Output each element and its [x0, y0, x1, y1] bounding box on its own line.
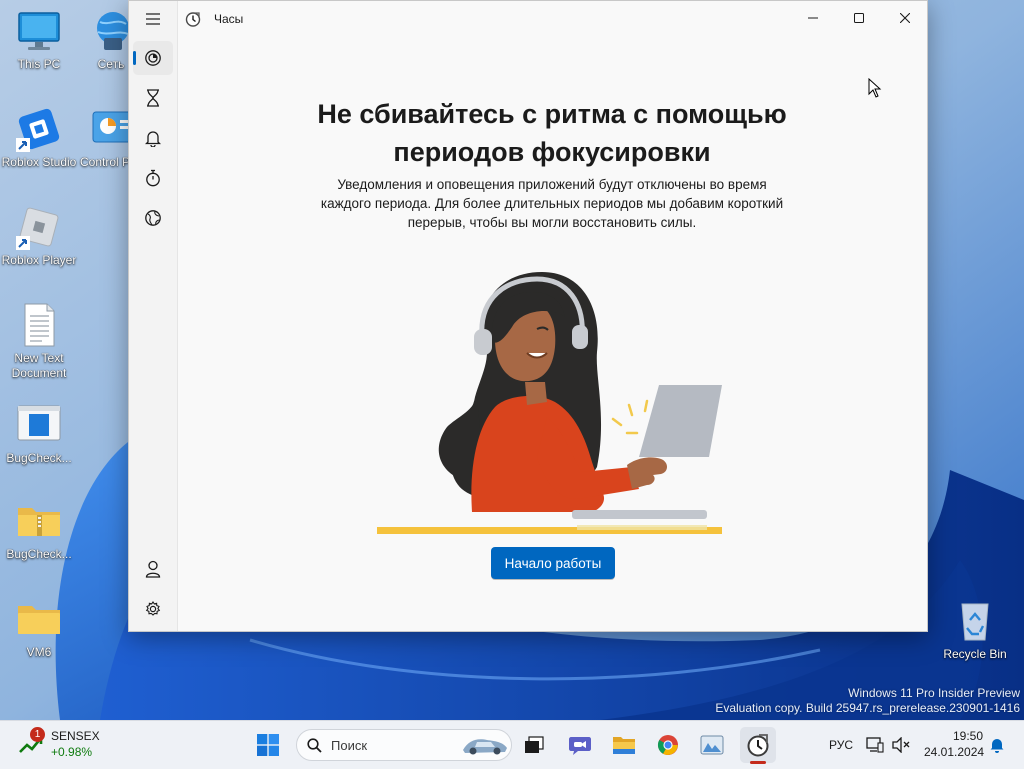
window-title: Часы — [214, 12, 244, 26]
network-status-button[interactable] — [862, 727, 888, 763]
alarm-bell-icon — [145, 131, 161, 147]
desktop-icon-roblox-player[interactable]: Roblox Player — [1, 204, 77, 268]
volume-button[interactable] — [888, 727, 914, 763]
close-button[interactable] — [882, 1, 928, 35]
taskbar-search[interactable]: Поиск — [296, 729, 512, 761]
clock-date[interactable]: 24.01.2024 — [924, 745, 984, 759]
page-description: Уведомления и оповещения приложений буду… — [177, 175, 927, 232]
roblox-player-icon — [16, 204, 62, 250]
desktop-icon-network[interactable]: Сеть — [78, 8, 128, 72]
desktop-icon-new-text-document[interactable]: New Text Document — [1, 302, 77, 381]
clock-app-taskbar-button[interactable] — [740, 727, 776, 764]
maximize-icon — [854, 13, 864, 23]
timer-icon — [147, 89, 159, 107]
photos-app-button[interactable] — [694, 727, 730, 763]
chrome-button[interactable] — [650, 727, 686, 763]
watermark-edition: Windows 11 Pro Insider Preview — [848, 686, 1020, 700]
watermark-build: Evaluation copy. Build 25947.rs_prerelea… — [715, 701, 1020, 715]
maximize-button[interactable] — [836, 1, 882, 35]
clock-app-icon — [185, 12, 201, 27]
focus-sessions-page: Не сбивайтесь с ритма с помощью периодов… — [177, 37, 927, 631]
monitor-icon — [16, 8, 62, 54]
bugcheck-app-icon — [16, 402, 62, 448]
start-button[interactable] — [250, 727, 286, 763]
nav-item-alarm[interactable] — [133, 121, 173, 155]
desktop-icon-vm6[interactable]: VM6 — [1, 596, 77, 660]
globe-icon — [145, 210, 161, 226]
notifications-button[interactable] — [986, 727, 1008, 763]
notification-badge: 1 — [30, 727, 45, 742]
speaker-muted-icon — [892, 737, 910, 753]
folder-icon — [16, 596, 62, 642]
woman-with-headphones-illustration — [377, 272, 722, 534]
control-panel-icon — [90, 106, 128, 152]
headline-line-2: периодов фокусировки — [393, 137, 711, 167]
stock-name: SENSEX — [51, 729, 100, 743]
desktop-icon-this-pc[interactable]: This PC — [1, 8, 77, 72]
network-icon — [90, 8, 128, 54]
description-line-1: Уведомления и оповещения приложений буду… — [337, 177, 767, 192]
task-view-button[interactable] — [516, 727, 552, 763]
search-icon — [307, 738, 322, 753]
account-button[interactable] — [133, 552, 173, 586]
text-document-icon — [16, 302, 62, 348]
chat-icon — [569, 737, 591, 755]
stopwatch-icon — [146, 169, 160, 187]
nav-item-world-clock[interactable] — [133, 201, 173, 235]
navigation-rail — [129, 1, 178, 631]
network-icon — [866, 737, 884, 753]
focus-sessions-icon — [145, 50, 161, 66]
roblox-studio-icon — [16, 106, 62, 152]
gear-icon — [145, 601, 161, 616]
desktop-icon-control-panel[interactable]: Control P — [78, 106, 128, 170]
file-explorer-button[interactable] — [606, 727, 642, 763]
close-icon — [900, 13, 910, 23]
page-headline: Не сбивайтесь с ритма с помощью периодов… — [177, 95, 927, 171]
clock-icon — [747, 734, 769, 757]
teams-chat-button[interactable] — [562, 727, 598, 763]
search-placeholder: Поиск — [331, 738, 368, 753]
nav-item-stopwatch[interactable] — [133, 161, 173, 195]
running-indicator — [750, 761, 766, 764]
windows-build-watermark: Windows 11 Pro Insider Preview Evaluatio… — [715, 686, 1020, 716]
title-bar[interactable]: Часы — [129, 1, 927, 37]
image-icon — [700, 735, 724, 755]
start-focus-session-button[interactable]: Начало работы — [491, 547, 615, 579]
search-highlight-icon — [463, 739, 507, 755]
notification-bell-icon — [990, 739, 1004, 753]
clock-time[interactable]: 19:50 — [953, 729, 983, 743]
minimize-button[interactable] — [790, 1, 836, 35]
nav-item-focus-sessions[interactable] — [133, 41, 173, 75]
zip-folder-icon — [16, 498, 62, 544]
file-explorer-icon — [613, 737, 635, 754]
desktop-icon-recycle-bin[interactable]: Recycle Bin — [937, 598, 1013, 662]
nav-item-timer[interactable] — [133, 81, 173, 115]
mouse-cursor-icon — [868, 78, 882, 98]
minimize-icon — [808, 17, 818, 19]
person-icon — [145, 560, 161, 578]
stock-change: +0.98% — [51, 745, 93, 759]
settings-button[interactable] — [133, 592, 173, 626]
desktop-icon-bugcheck-app[interactable]: BugCheck... — [1, 402, 77, 466]
recycle-bin-icon — [952, 598, 998, 644]
clock-app-window: Часы Не сбивайтесь с ритма с помощью пер… — [128, 0, 928, 632]
task-view-icon — [525, 736, 544, 753]
headline-line-1: Не сбивайтесь с ритма с помощью — [317, 99, 787, 129]
taskbar: 1 SENSEX +0.98% Поиск РУС 19:50 24.01.20… — [0, 720, 1024, 769]
input-language-indicator[interactable]: РУС — [829, 738, 853, 752]
description-line-3: перерыв, чтобы вы могли восстановить сил… — [407, 215, 697, 230]
windows-logo-icon — [257, 734, 279, 756]
description-line-2: каждого периода. Для более длительных пе… — [320, 196, 784, 211]
desktop-icon-roblox-studio[interactable]: Roblox Studio — [1, 106, 77, 170]
chrome-icon — [657, 735, 678, 755]
desktop-icon-bugcheck-archive[interactable]: BugCheck... — [1, 498, 77, 562]
